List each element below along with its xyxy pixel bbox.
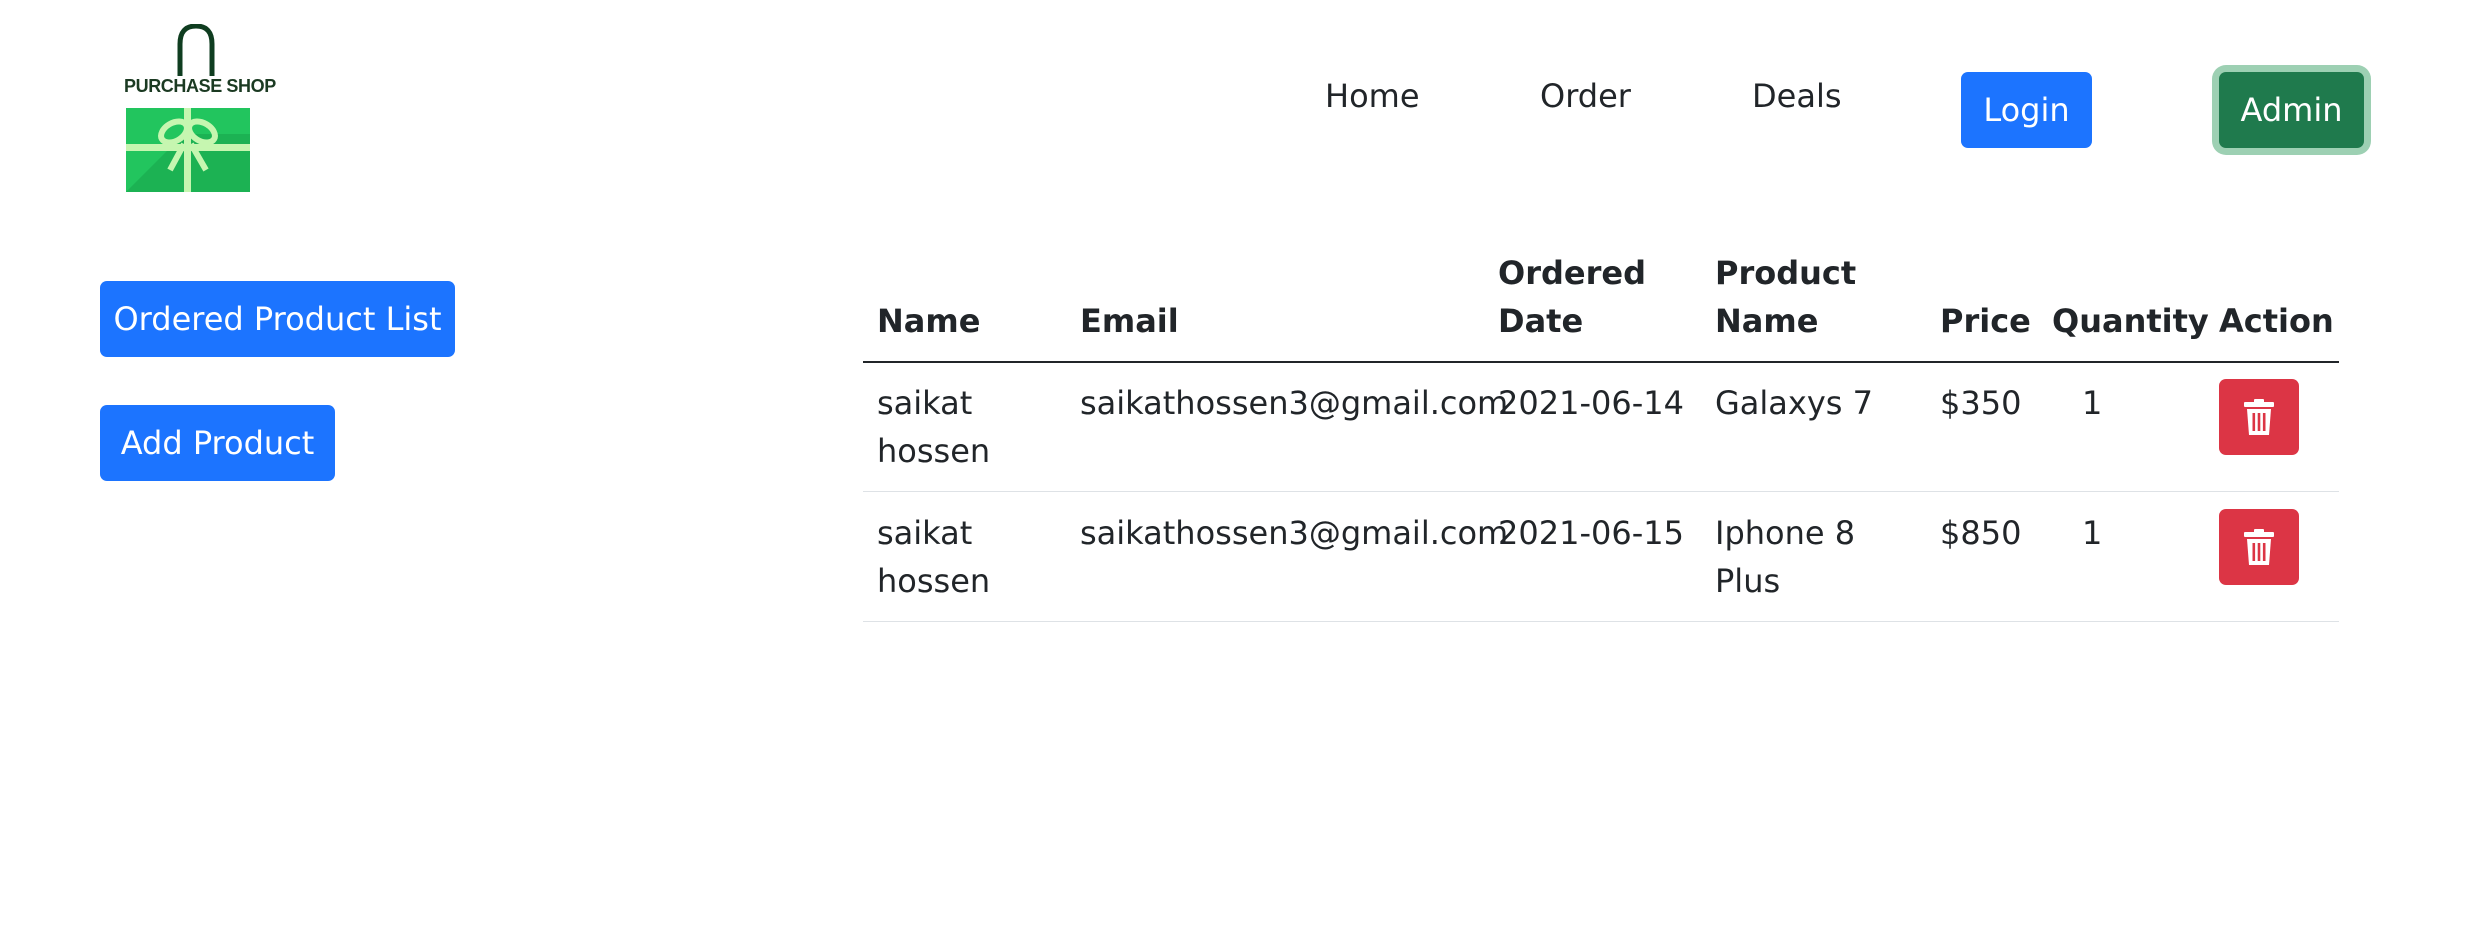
cell-date: 2021-06-15 [1498,514,1684,552]
column-header-name: Name [877,302,981,340]
column-header-ordered-date-line1: Ordered [1498,254,1646,292]
cell-date: 2021-06-14 [1498,384,1684,422]
row-divider [863,621,2339,622]
admin-button[interactable]: Admin [2219,72,2364,148]
row-divider [863,491,2339,492]
cell-email: saikathossen3@gmail.com [1080,384,1509,422]
delete-order-button[interactable] [2219,379,2299,455]
cell-name-line2: hossen [877,432,991,470]
cell-email: saikathossen3@gmail.com [1080,514,1509,552]
ordered-product-list-button[interactable]: Ordered Product List [100,281,455,357]
column-header-product-name-line2: Name [1715,302,1819,340]
brand-logo[interactable]: PURCHASE SHOP [124,24,276,194]
cell-price: $350 [1940,384,2022,422]
cell-price: $850 [1940,514,2022,552]
nav-home-link[interactable]: Home [1325,76,1420,116]
shopping-bag-icon [126,24,250,192]
cell-name-line1: saikat [877,514,973,552]
cell-product-line1: Galaxys 7 [1715,384,1873,422]
login-button[interactable]: Login [1961,72,2092,148]
column-header-quantity: Quantity [2052,302,2209,340]
cell-product-line2: Plus [1715,562,1781,600]
nav-deals-link[interactable]: Deals [1752,76,1842,116]
cell-quantity: 1 [2082,514,2103,552]
nav-order-link[interactable]: Order [1540,76,1631,116]
column-header-product-name-line1: Product [1715,254,1857,292]
trash-icon [2244,529,2274,565]
cell-name-line2: hossen [877,562,991,600]
add-product-button[interactable]: Add Product [100,405,335,481]
trash-icon [2244,399,2274,435]
column-header-price: Price [1940,302,2031,340]
cell-product-line1: Iphone 8 [1715,514,1856,552]
brand-name: PURCHASE SHOP [124,76,276,96]
column-header-action: Action [2219,302,2334,340]
column-header-email: Email [1080,302,1179,340]
cell-quantity: 1 [2082,384,2103,422]
cell-name-line1: saikat [877,384,973,422]
header-divider [863,361,2339,363]
column-header-ordered-date-line2: Date [1498,302,1584,340]
delete-order-button[interactable] [2219,509,2299,585]
